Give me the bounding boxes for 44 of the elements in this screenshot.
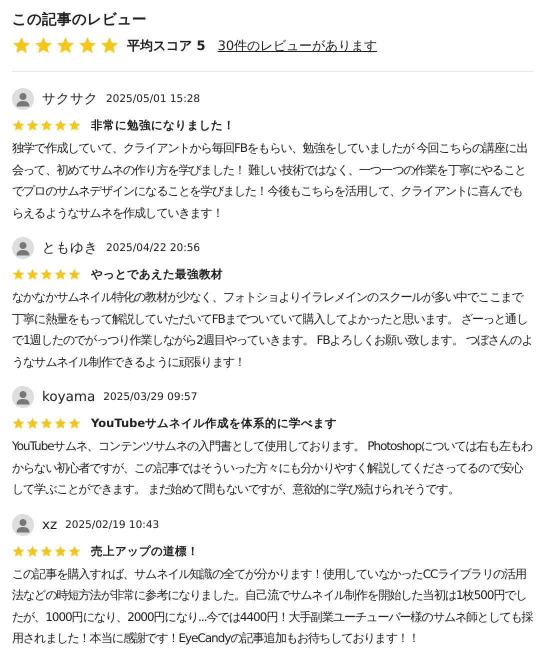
- review-date: 2025/05/01 15:28: [106, 93, 200, 105]
- review-date: 2025/04/22 20:56: [106, 242, 200, 254]
- star-icon: [40, 544, 53, 558]
- star-icon: [26, 417, 39, 430]
- star-icon: [40, 268, 53, 281]
- star-icon: [26, 268, 39, 281]
- star-icon: [54, 119, 67, 132]
- star-icon: [26, 544, 39, 558]
- star-icon: [12, 417, 25, 430]
- star-icon: [34, 36, 53, 55]
- review-text: この記事を購入すれば、サムネイル知識の全てが分かります！使用していなかったCCライブラリの活用法などの時短方法が非常に参考になりました。自己流でサムネイル制作を開始した当初は1枚500円でしたが、1000円になり、2000円になり...今では4400円！大手副業ユーチューバー様のサムネ師としても採用されました！本当に感謝です！EyeCandyの記事追加もお待ちしております！！: [12, 566, 533, 647]
- star-icon: [12, 544, 25, 558]
- average-score: 平均スコア 5: [127, 38, 206, 54]
- star-icon: [54, 268, 67, 281]
- review-text: 独学で作成していて、クライアントから毎回FBをもらい、勉強をしていましたが 今回こちらの講座に出会って、初めてサムネの作り方を学びました！ 難しい技術ではなく、一つ一つの作業を丁寧にやることでプロのサムネデザインになることを学びました！今後もこちらを活用して、クライアントに喜んでもらえるようなサムネを作成していきます！: [12, 140, 528, 222]
- star-icon: [12, 268, 25, 281]
- reviewer-name: xz: [42, 516, 58, 532]
- review-title: YouTubeサムネイル作成を体系的に学べます: [91, 416, 338, 431]
- star-icon: [12, 36, 31, 55]
- review-title: 非常に勉強になりました！: [91, 118, 235, 133]
- star-icon: [78, 36, 97, 55]
- section-title: この記事のレビュー: [12, 10, 148, 29]
- star-icon: [54, 417, 67, 430]
- star-icon: [40, 119, 53, 132]
- reviewer-name: サクサク: [42, 90, 98, 108]
- star-icon: [68, 268, 81, 281]
- star-icon: [68, 417, 81, 430]
- review-date: 2025/02/19 10:43: [65, 518, 160, 530]
- review-text: YouTubeサムネ、コンテンツサムネの入門書として使用しております。 Photoshopについては右も左もわからない初心者ですが、この記事ではそういった方々にも分かりやすく解説してくださってるので安心して学ぶことができます。 まだ始めて間もないですが、意欲的に学び続けられそうです。: [12, 438, 533, 498]
- review-title: 売上アップの道標！: [91, 544, 199, 558]
- star-icon: [68, 119, 81, 132]
- star-icon: [26, 119, 39, 132]
- star-icon: [56, 36, 75, 55]
- review-date: 2025/03/29 09:57: [103, 391, 198, 403]
- reviewer-name: koyama: [42, 389, 96, 405]
- star-icon: [54, 544, 67, 558]
- star-icon: [12, 119, 25, 132]
- star-icon: [68, 544, 81, 558]
- star-icon: [100, 36, 119, 55]
- star-icon: [40, 417, 53, 430]
- review-title: やっとであえた最強教材: [91, 267, 223, 282]
- reviewer-name: ともゆき: [42, 239, 98, 257]
- review-text: なかなかサムネイル特化の教材が少なく、フォトショよりイラレメインのスクールが多い中でここまで丁寧に熱量をもって解説していただいてFBまでついていて購入してよかったと思います。 ざーっと通しで1週したのでがっつり作業しながら2週目やっていきます。 FBよろしくお願い致します。 つぼさんのようなサムネイル制作できるように頑張ります！: [12, 289, 533, 370]
- review-count-link[interactable]: 30件のレビューがあります: [218, 36, 378, 54]
